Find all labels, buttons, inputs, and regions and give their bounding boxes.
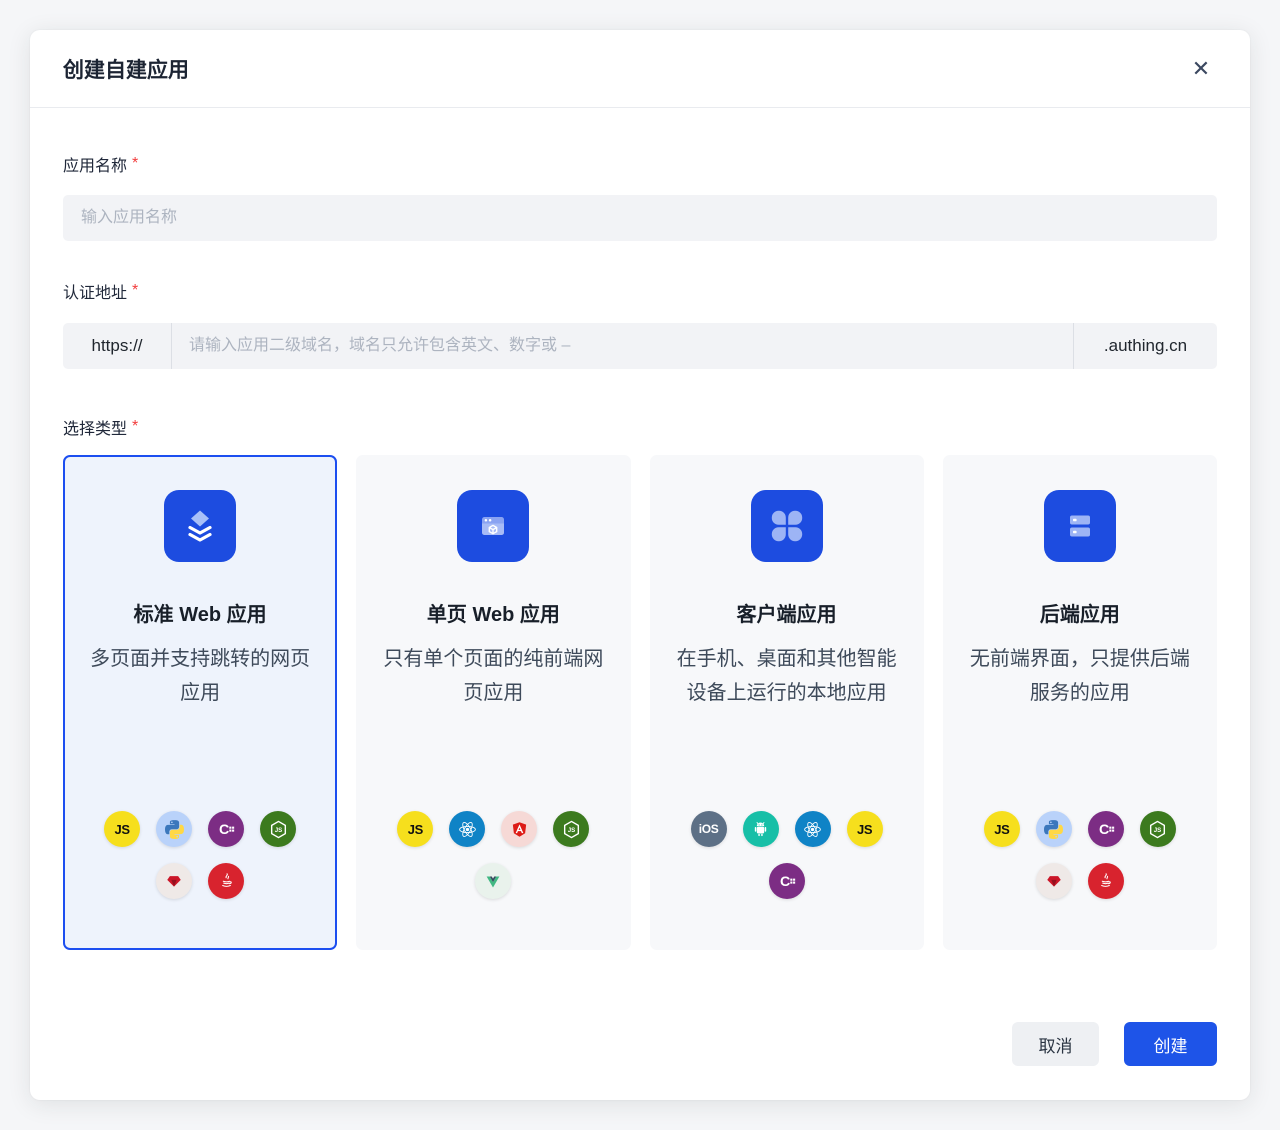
ios-icon: iOS xyxy=(691,811,727,847)
tech-icons: JS JS xyxy=(397,811,589,899)
svg-text:C: C xyxy=(219,822,229,838)
card-description: 无前端界面，只提供后端服务的应用 xyxy=(964,642,1196,710)
nodejs-icon: JS xyxy=(553,811,589,847)
app-type-card-backend[interactable]: 后端应用 无前端界面，只提供后端服务的应用 JS C JS xyxy=(943,455,1217,950)
csharp-icon: C xyxy=(208,811,244,847)
tech-icon-row: JS JS xyxy=(397,811,589,847)
tech-icons: JS C JS xyxy=(984,811,1176,899)
svg-text:C: C xyxy=(1099,822,1109,838)
svg-text:JS: JS xyxy=(568,826,575,833)
url-prefix: https:// xyxy=(63,323,172,369)
js-icon: JS xyxy=(984,811,1020,847)
tech-icon-row xyxy=(984,863,1176,899)
ruby-icon xyxy=(1036,863,1072,899)
ruby-icon xyxy=(156,863,192,899)
angular-icon xyxy=(501,811,537,847)
tech-icons: JS C JS xyxy=(104,811,296,899)
card-description: 在手机、桌面和其他智能设备上运行的本地应用 xyxy=(671,642,903,710)
js-icon: JS xyxy=(847,811,883,847)
nodejs-icon: JS xyxy=(260,811,296,847)
tech-icon-row xyxy=(397,863,589,899)
dialog-header: 创建自建应用 ✕ xyxy=(30,30,1250,108)
react-icon xyxy=(795,811,831,847)
close-button[interactable]: ✕ xyxy=(1185,53,1217,85)
dialog-footer: 取消 创建 xyxy=(1012,1022,1217,1066)
csharp-icon: C xyxy=(769,863,805,899)
tech-icon-row: JS C JS xyxy=(104,811,296,847)
close-icon: ✕ xyxy=(1192,58,1210,80)
python-icon xyxy=(156,811,192,847)
js-icon: JS xyxy=(397,811,433,847)
app-type-card-client[interactable]: 客户端应用 在手机、桌面和其他智能设备上运行的本地应用 iOS JS C xyxy=(650,455,924,950)
app-type-card-spa-web[interactable]: 单页 Web 应用 只有单个页面的纯前端网页应用 JS JS xyxy=(356,455,630,950)
react-icon xyxy=(449,811,485,847)
server-icon xyxy=(1044,490,1116,562)
tech-icon-row: iOS JS xyxy=(691,811,883,847)
card-title: 单页 Web 应用 xyxy=(427,598,560,627)
js-icon: JS xyxy=(104,811,140,847)
cancel-button[interactable]: 取消 xyxy=(1012,1022,1099,1066)
java-icon xyxy=(208,863,244,899)
nodejs-icon: JS xyxy=(1140,811,1176,847)
python-icon xyxy=(1036,811,1072,847)
auth-url-label: 认证地址 * xyxy=(63,279,1217,303)
dialog-body: 应用名称 * 认证地址 * https:// .authing.cn 选择类型 … xyxy=(30,152,1250,950)
csharp-icon: C xyxy=(1088,811,1124,847)
tech-icon-row: JS C JS xyxy=(984,811,1176,847)
app-name-label: 应用名称 * xyxy=(63,152,1217,176)
app-name-input[interactable] xyxy=(63,195,1217,241)
create-button[interactable]: 创建 xyxy=(1124,1022,1217,1066)
card-title: 标准 Web 应用 xyxy=(134,598,267,627)
tech-icon-row: C xyxy=(691,863,883,899)
required-asterisk: * xyxy=(132,155,138,173)
url-suffix: .authing.cn xyxy=(1073,323,1217,369)
android-icon xyxy=(743,811,779,847)
auth-url-field: https:// .authing.cn xyxy=(63,323,1217,369)
app-type-cards: 标准 Web 应用 多页面并支持跳转的网页应用 JS C JS 单页 Web 应用 … xyxy=(63,455,1217,950)
card-title: 客户端应用 xyxy=(737,598,837,627)
auth-domain-input[interactable] xyxy=(172,323,1073,369)
vue-icon xyxy=(475,863,511,899)
required-asterisk: * xyxy=(132,282,138,300)
tech-icons: iOS JS C xyxy=(691,811,883,899)
dialog-title: 创建自建应用 xyxy=(63,54,189,84)
svg-text:C: C xyxy=(780,874,790,890)
java-icon xyxy=(1088,863,1124,899)
tech-icon-row xyxy=(104,863,296,899)
browser-window-icon xyxy=(457,490,529,562)
create-app-dialog: 创建自建应用 ✕ 应用名称 * 认证地址 * https:// .authing… xyxy=(30,30,1250,1100)
layers-icon xyxy=(164,490,236,562)
petals-icon xyxy=(751,490,823,562)
svg-text:JS: JS xyxy=(274,826,281,833)
card-description: 只有单个页面的纯前端网页应用 xyxy=(377,642,609,710)
app-type-label: 选择类型 * xyxy=(63,415,1217,439)
svg-text:JS: JS xyxy=(1154,826,1161,833)
card-title: 后端应用 xyxy=(1040,598,1120,627)
card-description: 多页面并支持跳转的网页应用 xyxy=(84,642,316,710)
app-type-card-standard-web[interactable]: 标准 Web 应用 多页面并支持跳转的网页应用 JS C JS xyxy=(63,455,337,950)
required-asterisk: * xyxy=(132,418,138,436)
